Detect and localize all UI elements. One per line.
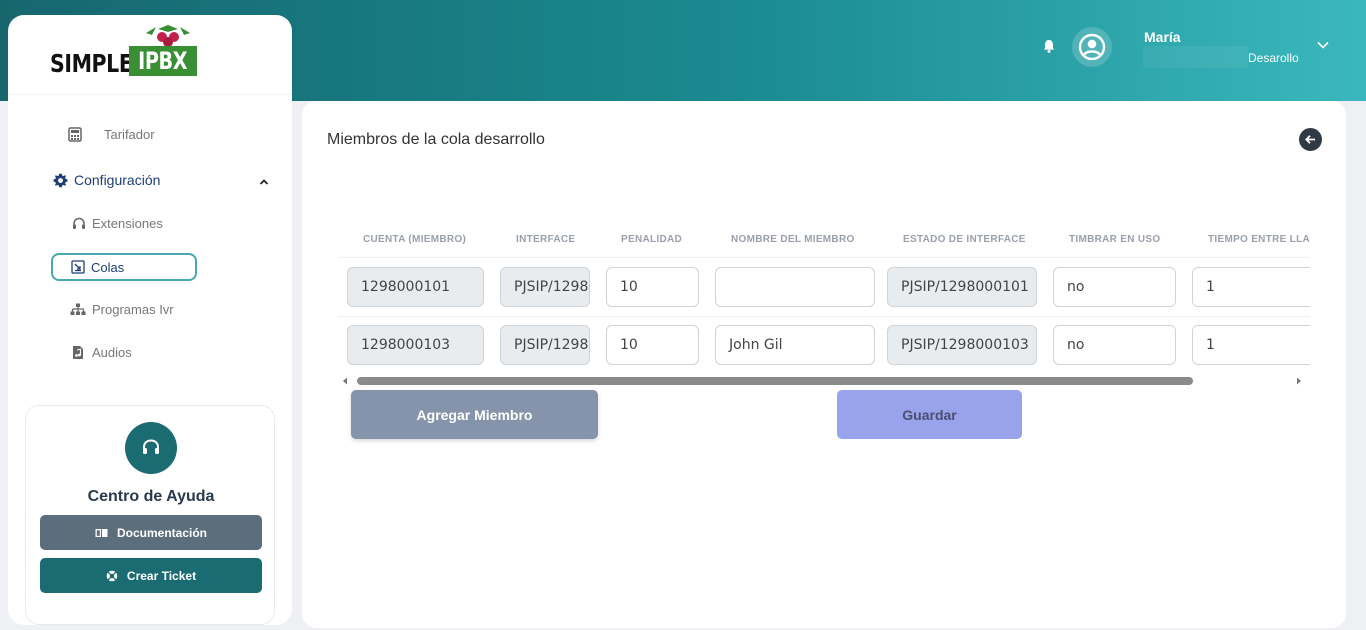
- sidebar-item-label: Configuración: [74, 172, 161, 188]
- interface-state-field: PJSIP/1298000101: [887, 267, 1037, 307]
- user-circle-icon: [1078, 33, 1106, 61]
- row-divider: [338, 257, 1310, 258]
- sidebar-item-label: Extensiones: [92, 216, 163, 231]
- row-divider: [338, 316, 1310, 317]
- column-header: CUENTA (MIEMBRO): [363, 234, 467, 245]
- user-avatar[interactable]: [1072, 27, 1112, 67]
- main-panel: Miembros de la cola desarrollo CUENTA (M…: [302, 101, 1346, 628]
- interface-state-field: PJSIP/1298000103: [887, 325, 1037, 365]
- member-name-input[interactable]: [715, 267, 875, 307]
- documentation-button-label: Documentación: [116, 525, 207, 540]
- penalty-input[interactable]: 10: [606, 325, 699, 365]
- page-title: Miembros de la cola desarrollo: [327, 131, 545, 148]
- user-role: Desarollo: [1248, 51, 1299, 65]
- back-button[interactable]: [1299, 128, 1322, 151]
- documentation-button[interactable]: Documentación: [40, 515, 262, 550]
- column-header: PENALIDAD: [621, 234, 683, 245]
- logo[interactable]: SIMPLE IPBX: [8, 15, 292, 95]
- sidebar-item-configuracion[interactable]: Configuración: [53, 172, 160, 188]
- retry-time-input[interactable]: 1: [1192, 325, 1310, 365]
- scrollbar-thumb[interactable]: [357, 377, 1193, 385]
- ring-in-use-select[interactable]: no: [1053, 325, 1176, 365]
- column-header: TIEMPO ENTRE LLAI: [1208, 234, 1310, 245]
- sidebar-item-audios[interactable]: Audios: [72, 345, 132, 360]
- member-name-input[interactable]: John Gil: [715, 325, 875, 365]
- column-header: INTERFACE: [516, 234, 576, 245]
- user-name: María: [1144, 29, 1181, 45]
- members-table[interactable]: CUENTA (MIEMBRO) INTERFACE PENALIDAD NOM…: [338, 221, 1310, 371]
- save-button[interactable]: Guardar: [837, 390, 1022, 439]
- chevron-down-icon[interactable]: [1316, 40, 1330, 50]
- create-ticket-button-label: Crear Ticket: [126, 568, 197, 583]
- user-subtitle-background: [1143, 46, 1248, 68]
- interface-field: PJSIP/12980: [500, 267, 590, 307]
- member-account-field: 1298000101: [347, 267, 484, 307]
- member-account-field: 1298000103: [347, 325, 484, 365]
- sidebar: SIMPLE IPBX Tarifador Configuración Exte…: [8, 15, 292, 625]
- help-center-title: Centro de Ayuda: [87, 488, 215, 505]
- book-icon: [95, 528, 108, 538]
- queue-icon: [71, 260, 85, 274]
- chevron-up-icon[interactable]: [258, 178, 270, 186]
- column-header: NOMBRE DEL MIEMBRO: [731, 234, 855, 245]
- penalty-input[interactable]: 10: [606, 267, 699, 307]
- retry-time-input[interactable]: 1: [1192, 267, 1310, 307]
- sitemap-icon: [70, 303, 86, 315]
- gear-icon: [53, 173, 68, 187]
- logo-text-ipbx: IPBX: [129, 46, 197, 76]
- scroll-right-icon[interactable]: [1296, 377, 1302, 385]
- audio-file-icon: [73, 346, 83, 359]
- add-member-button[interactable]: Agregar Miembro: [351, 390, 598, 439]
- sidebar-item-programas-ivr[interactable]: Programas Ivr: [70, 302, 174, 317]
- sidebar-item-tarifador[interactable]: Tarifador: [68, 127, 155, 142]
- logo-text-simple: SIMPLE: [50, 49, 133, 78]
- sidebar-item-label: Programas Ivr: [92, 302, 174, 317]
- column-header: ESTADO DE INTERFACE: [903, 234, 1026, 245]
- sidebar-item-label: Colas: [91, 259, 125, 275]
- sidebar-item-extensiones[interactable]: Extensiones: [72, 216, 163, 231]
- help-headset-badge: [125, 422, 177, 474]
- headset-icon: [73, 217, 85, 229]
- sidebar-item-label: Tarifador: [104, 127, 155, 142]
- life-ring-icon: [106, 570, 118, 581]
- help-center-card: Centro de Ayuda Documentación Crear Tick…: [25, 405, 275, 625]
- interface-field: PJSIP/12980: [500, 325, 590, 365]
- sidebar-item-label: Audios: [92, 345, 132, 360]
- headset-icon: [143, 439, 159, 454]
- bell-icon[interactable]: [1041, 38, 1057, 54]
- arrow-left-icon: [1305, 135, 1315, 144]
- sidebar-item-colas[interactable]: Colas: [51, 253, 197, 281]
- ring-in-use-select[interactable]: no: [1053, 267, 1176, 307]
- column-header: TIMBRAR EN USO: [1069, 234, 1161, 245]
- scroll-left-icon[interactable]: [342, 377, 348, 385]
- create-ticket-button[interactable]: Crear Ticket: [40, 558, 262, 593]
- calculator-icon: [68, 127, 82, 142]
